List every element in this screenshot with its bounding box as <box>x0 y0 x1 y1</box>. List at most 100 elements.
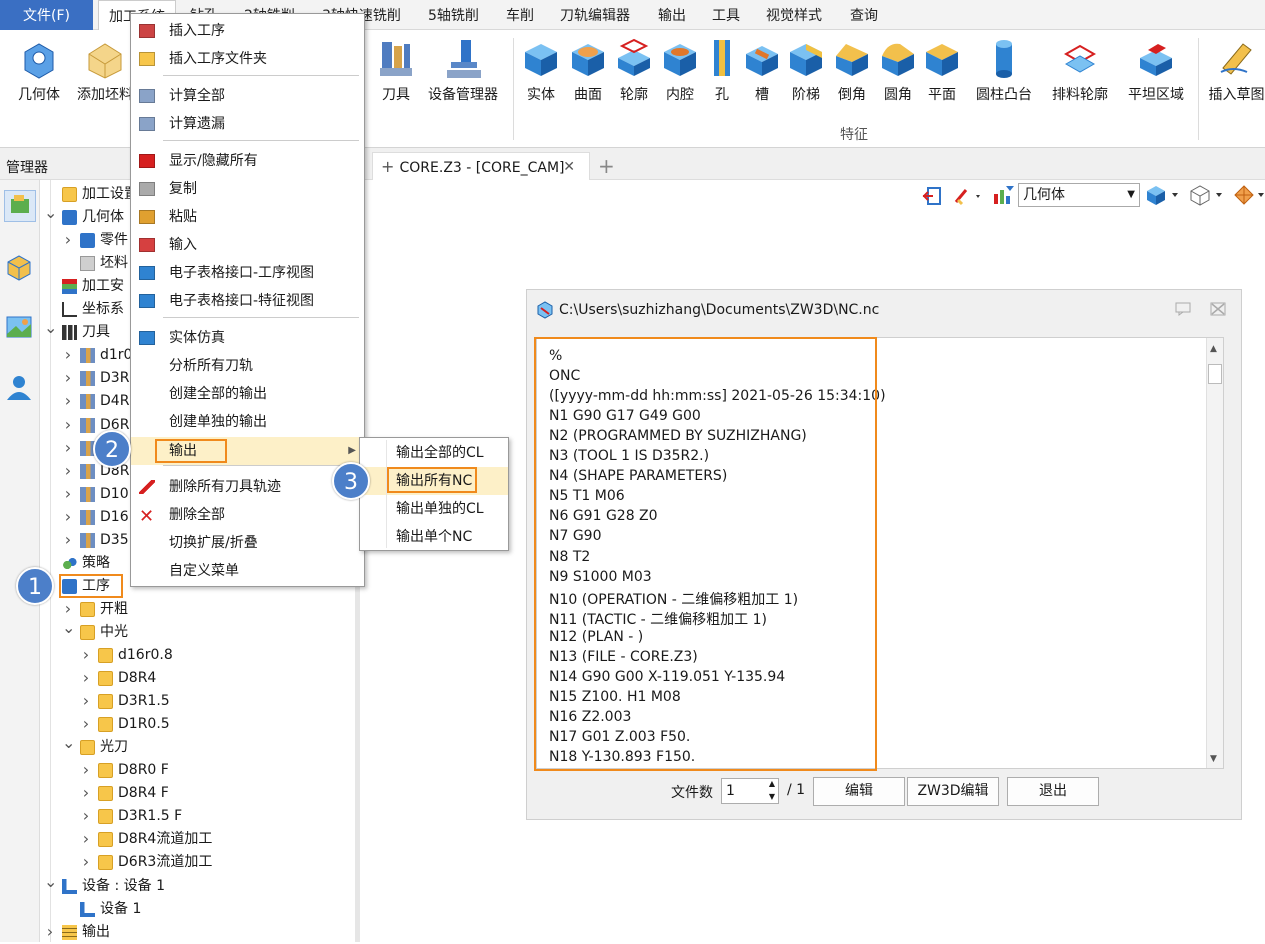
chevron-right-icon[interactable]: › <box>80 667 92 690</box>
tab-5axis-milling[interactable]: 5轴铣削 <box>428 0 479 30</box>
tree-node[interactable]: › D6R3流道加工 <box>40 851 355 874</box>
tree-node[interactable]: › d16r0.8 <box>40 644 355 667</box>
tree-node[interactable]: › D8R4流道加工 <box>40 828 355 851</box>
shaded-view-icon[interactable] <box>1144 184 1182 206</box>
context-menu-item[interactable]: 计算遗漏 <box>131 110 364 138</box>
context-menu-item[interactable]: 电子表格接口-特征视图 <box>131 287 364 315</box>
context-menu-item[interactable]: 自定义菜单 <box>131 557 364 585</box>
exit-button[interactable]: 退出 <box>1007 777 1099 806</box>
scroll-thumb[interactable] <box>1208 364 1222 384</box>
chevron-right-icon[interactable]: › <box>62 460 74 483</box>
context-menu-item[interactable]: 创建全部的输出 <box>131 380 364 408</box>
feature-profile-button[interactable]: 轮廓 <box>614 36 654 104</box>
submenu-item[interactable]: 输出单独的CL <box>360 495 508 523</box>
context-menu-item[interactable]: 删除所有刀具轨迹 <box>131 473 364 501</box>
feature-solid-button[interactable]: 实体 <box>520 36 562 104</box>
new-tab-button[interactable]: + <box>598 154 615 178</box>
chevron-right-icon[interactable]: › <box>62 529 74 552</box>
close-window-icon[interactable] <box>1210 302 1226 316</box>
comment-icon[interactable] <box>1175 302 1191 316</box>
submenu-item[interactable]: 输出全部的CL <box>360 439 508 467</box>
chevron-right-icon[interactable]: › <box>62 344 74 367</box>
tab-visual-style[interactable]: 视觉样式 <box>766 0 822 30</box>
cam-manager-icon[interactable] <box>4 190 36 222</box>
tab-output[interactable]: 输出 <box>658 0 686 30</box>
machine-manager-button[interactable]: 设备管理器 <box>424 36 502 104</box>
filter-chart-icon[interactable] <box>992 184 1016 206</box>
tree-node[interactable]: › D3R1.5 F <box>40 805 355 828</box>
tree-node[interactable]: › D3R1.5 <box>40 690 355 713</box>
feature-chamfer-button[interactable]: 倒角 <box>832 36 872 104</box>
submenu-item[interactable]: 输出单个NC <box>360 523 508 551</box>
chevron-right-icon[interactable]: › <box>80 851 92 874</box>
context-menu-item[interactable]: 电子表格接口-工序视图 <box>131 259 364 287</box>
feature-flat-area-button[interactable]: 平坦区域 <box>1124 36 1188 104</box>
tree-node[interactable]: › 开粗 <box>40 598 355 621</box>
tab-turning[interactable]: 车削 <box>506 0 534 30</box>
feature-cylinder-boss-button[interactable]: 圆柱凸台 <box>972 36 1036 104</box>
tree-node[interactable]: ⌄ 中光 <box>40 619 355 644</box>
geometry-button[interactable]: 几何体 <box>14 36 64 104</box>
chevron-down-icon[interactable]: ⌄ <box>44 873 57 898</box>
close-tab-icon[interactable]: ✕ <box>563 153 575 181</box>
image-view-icon[interactable] <box>4 312 36 344</box>
spinner-arrows-icon[interactable]: ▲ ▼ <box>769 777 775 803</box>
tab-tools[interactable]: 工具 <box>712 0 740 30</box>
context-menu-item[interactable]: 输入 <box>131 231 364 259</box>
tree-node[interactable]: 设备 1 <box>40 898 355 921</box>
nc-scrollbar[interactable]: ▲ ▼ <box>1206 338 1223 768</box>
chevron-right-icon[interactable]: › <box>80 805 92 828</box>
chevron-right-icon[interactable]: › <box>80 713 92 736</box>
tree-node[interactable]: ⌄ 设备 : 设备 1 <box>40 873 355 898</box>
chevron-right-icon[interactable]: › <box>80 782 92 805</box>
tree-node[interactable]: › D1R0.5 <box>40 713 355 736</box>
file-count-spinner[interactable]: 1 ▲ ▼ <box>721 778 779 804</box>
feature-step-button[interactable]: 阶梯 <box>786 36 826 104</box>
context-menu-item[interactable]: 显示/隐藏所有 <box>131 147 364 175</box>
view-filter-dropdown[interactable]: 几何体 ▼ <box>1018 183 1140 207</box>
tree-node[interactable]: › 输出 <box>40 921 355 944</box>
context-menu-item[interactable]: 插入工序 <box>131 17 364 45</box>
chevron-right-icon[interactable]: › <box>62 390 74 413</box>
chevron-right-icon[interactable]: › <box>62 414 74 437</box>
feature-plane-button[interactable]: 平面 <box>922 36 962 104</box>
zw3d-edit-button[interactable]: ZW3D编辑 <box>907 777 999 806</box>
chevron-right-icon[interactable]: › <box>62 506 74 529</box>
tab-toolpath-editor[interactable]: 刀轨编辑器 <box>560 0 630 30</box>
tree-node[interactable]: › D8R4 F <box>40 782 355 805</box>
context-menu-item[interactable]: 复制 <box>131 175 364 203</box>
wireframe-view-icon[interactable] <box>1188 184 1226 206</box>
filter-brush-icon[interactable] <box>954 186 984 206</box>
chevron-down-icon[interactable]: ⌄ <box>44 205 57 229</box>
scroll-up-icon[interactable]: ▲ <box>1210 344 1217 354</box>
chevron-right-icon[interactable]: › <box>62 229 74 252</box>
chevron-right-icon[interactable]: › <box>62 483 74 506</box>
add-stock-button[interactable]: 添加坯料 <box>76 36 134 104</box>
context-menu-item[interactable]: 计算全部 <box>131 82 364 110</box>
feature-fillet-button[interactable]: 圆角 <box>878 36 918 104</box>
context-menu-item[interactable]: 粘贴 <box>131 203 364 231</box>
scroll-down-icon[interactable]: ▼ <box>1210 754 1217 764</box>
chevron-down-icon[interactable]: ⌄ <box>62 735 75 759</box>
tool-button[interactable]: 刀具 <box>378 36 414 104</box>
feature-slot-button[interactable]: 槽 <box>742 36 782 104</box>
file-menu[interactable]: 文件(F) <box>0 0 93 30</box>
tab-query[interactable]: 查询 <box>850 0 878 30</box>
context-menu-item[interactable]: 切换扩展/折叠 <box>131 529 364 557</box>
exit-icon[interactable] <box>922 186 942 206</box>
context-menu-item[interactable]: 插入工序文件夹 <box>131 45 364 73</box>
context-menu-item[interactable]: 实体仿真 <box>131 324 364 352</box>
feature-nesting-profile-button[interactable]: 排料轮廓 <box>1048 36 1112 104</box>
chevron-down-icon[interactable]: ⌄ <box>44 320 57 344</box>
feature-surface-button[interactable]: 曲面 <box>568 36 608 104</box>
part-view-icon[interactable] <box>4 252 36 284</box>
tree-node[interactable]: › D8R4 <box>40 667 355 690</box>
insert-sketch-button[interactable]: 插入草图 <box>1208 36 1265 104</box>
chevron-right-icon[interactable]: › <box>44 921 56 944</box>
edit-button[interactable]: 编辑 <box>813 777 905 806</box>
feature-hole-button[interactable]: 孔 <box>708 36 736 104</box>
context-menu-item[interactable]: 创建单独的输出 <box>131 408 364 436</box>
tree-node[interactable]: › D8R0 F <box>40 759 355 782</box>
context-menu-item[interactable]: 分析所有刀轨 <box>131 352 364 380</box>
tree-node[interactable]: ⌄ 光刀 <box>40 735 355 759</box>
